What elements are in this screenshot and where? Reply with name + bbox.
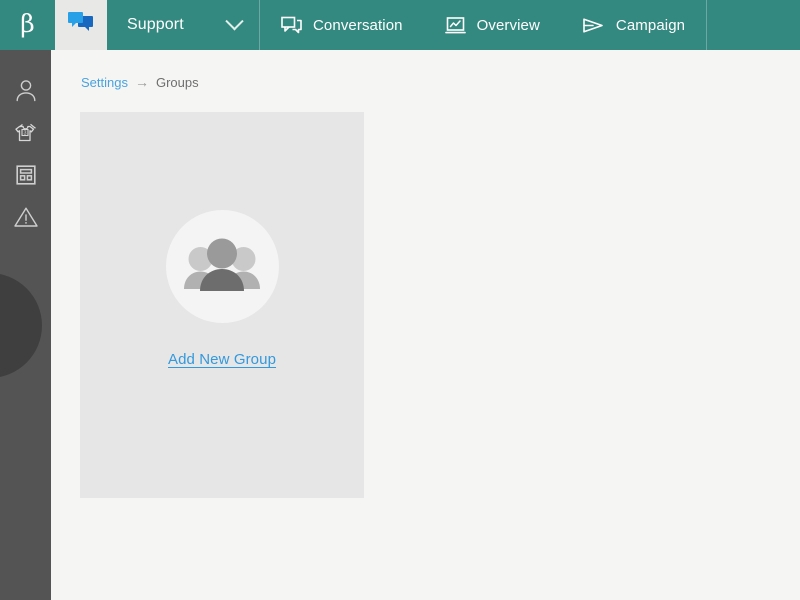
add-group-card[interactable]: Add New Group [80,112,364,498]
app-logo[interactable]: β [0,0,55,50]
chat-bubbles-icon [66,10,96,41]
jersey-number-icon: 3 [13,120,39,151]
nav-label: Campaign [615,16,686,34]
breadcrumb-settings-link[interactable]: Settings [81,75,128,90]
user-icon [14,78,38,109]
sidebar-item-calculator[interactable] [0,156,51,198]
sidebar-item-alerts[interactable] [0,198,51,240]
group-avatar [165,210,279,323]
breadcrumb-separator-icon: → [134,74,149,90]
workspace-selector[interactable]: Support [107,0,259,50]
add-new-group-link[interactable]: Add New Group [168,351,276,368]
calculator-icon [14,163,38,192]
top-bar: β Support Conversation Overview Campaign [0,0,800,50]
beta-logo-icon: β [20,9,35,38]
warning-triangle-icon [13,205,39,234]
nav-item-campaign[interactable]: Campaign [561,0,706,50]
sidebar-item-user[interactable] [0,72,51,114]
sidebar-decorative-circle [0,273,42,378]
nav-item-conversation[interactable]: Conversation [260,0,424,50]
chat-app-tile[interactable] [55,0,107,50]
sidebar-item-jersey[interactable]: 3 [0,114,51,156]
breadcrumb: Settings → Groups [81,74,199,90]
svg-text:3: 3 [23,130,26,136]
chart-overview-icon [444,16,466,35]
conversation-icon [281,16,302,35]
sidebar-icon-list: 3 [0,50,51,240]
left-sidebar: 3 [0,50,51,600]
group-people-icon [183,233,261,300]
nav-item-overview[interactable]: Overview [424,0,561,50]
nav-label: Conversation [313,16,403,34]
top-nav: Conversation Overview Campaign [260,0,706,50]
main-content: Settings → Groups Add New Group [51,50,800,600]
breadcrumb-current: Groups [155,74,199,90]
paper-plane-icon [582,16,605,35]
workspace-label: Support [127,16,184,33]
nav-label: Overview [476,16,540,34]
chevron-down-icon [225,11,244,30]
